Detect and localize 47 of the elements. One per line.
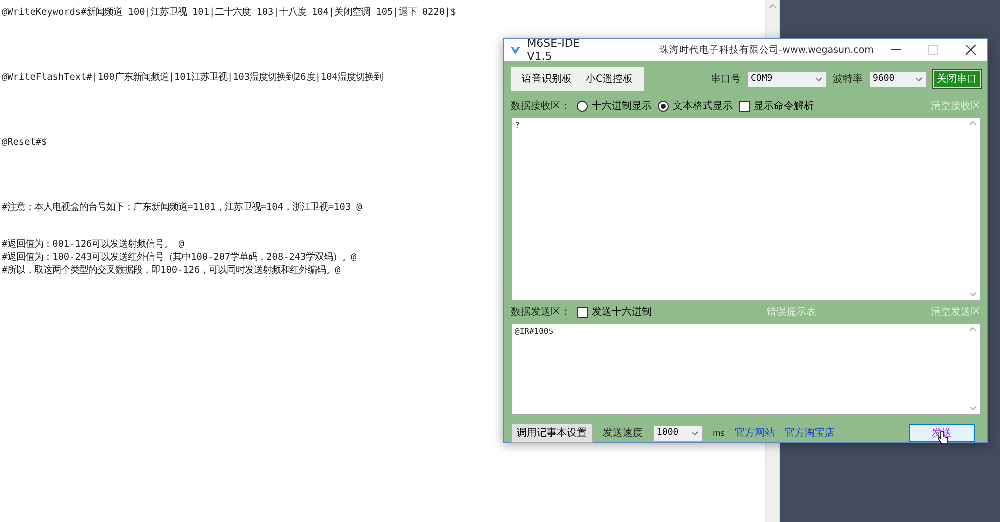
window-title: M6SE-IDE V1.5 [527,37,582,63]
board-tab[interactable]: 小C遥控板 [581,70,638,88]
dropdown-caret-icon [815,76,823,82]
dropdown-caret-icon [915,76,923,82]
checkbox-label: 发送十六进制 [592,306,652,319]
close-icon [966,45,976,55]
close-port-button[interactable]: 关闭串口 [933,70,981,88]
port-select[interactable]: COM9 [747,70,827,88]
text-line: @WriteKeywords#新闻频道 100|江苏卫视 101|二十六度 103|十八度 104|关闭空调 105|退下 0220|$ [2,6,456,19]
notepad-settings-button[interactable]: 调用记事本设置 [511,423,593,443]
checkbox[interactable] [577,306,588,318]
radio-label: 十六进制显示 [592,100,652,113]
company-name: 珠海时代电子科技有限公司-www.wegasun.com [659,44,874,56]
send-label: 数据发送区： [511,306,571,319]
text-line: #返回值为：001-126可以发送射频信号。 @ [2,238,184,251]
scroll-down-icon[interactable] [969,406,977,411]
text-line: #所以，取这两个类型的交叉数据段，即100-126，可以同时发送射频和红外编码。@ [2,264,341,277]
checkbox[interactable] [739,100,750,112]
scroll-up-icon[interactable] [969,327,977,332]
website-link[interactable]: 官方淘宝店 [784,426,835,440]
baud-select[interactable]: 9600 [869,70,927,88]
scroll-down-icon[interactable] [969,292,977,297]
text-line: #注意：本人电视盒的台号如下：广东新闻频道=1101，江苏卫视=104，浙江卫视=103 @ [2,201,362,214]
scroll-up-icon[interactable] [969,121,977,126]
checkbox-label: 显示命令解析 [754,100,814,113]
receive-content: ? [514,120,521,132]
send-content: @IR#100$ [514,326,555,338]
text-line: @Reset#$ [2,136,48,149]
text-line: @WriteFlashText#|100广东新闻频道|101江苏卫视|103温度切换到26度|104温度切换到 [2,71,383,84]
text-line: #返回值为：100-243可以发送红外信号（其中100-207学单码，208-243学双码）。@ [2,251,357,264]
website-link[interactable]: 官方网站 [734,426,775,440]
app-logo-icon [510,44,522,56]
board-tab[interactable]: 语音识别板 [517,70,577,88]
send-text-area[interactable]: @IR#100$ [511,323,981,415]
maximize-icon [928,45,938,55]
baud-label: 波特率 [833,72,863,86]
receive-text-area[interactable]: ? [511,117,981,301]
speed-select[interactable]: 1000 [653,424,703,442]
scroll-up-icon[interactable] [768,4,776,9]
speed-label: 发送速度 [603,426,643,440]
radio-label: 文本格式显示 [673,100,733,113]
radio-button[interactable] [658,100,669,112]
dropdown-caret-icon [691,430,699,436]
port-label: 串口号 [711,72,741,86]
receive-label: 数据接收区： [511,100,571,113]
unit-label: ms [713,428,725,438]
radio-button[interactable] [577,100,588,112]
